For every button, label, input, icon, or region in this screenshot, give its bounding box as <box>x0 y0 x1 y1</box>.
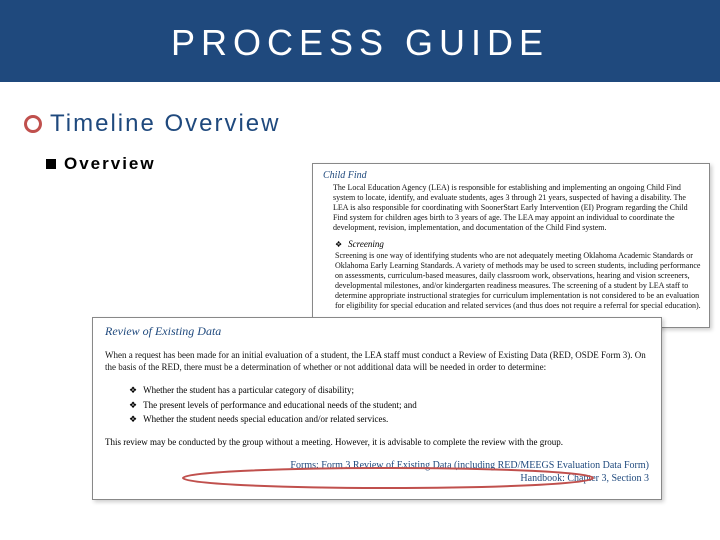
bullet-1: Whether the student has a particular cat… <box>143 383 354 397</box>
screening-body: Screening is one way of identifying stud… <box>335 251 701 311</box>
circle-bullet-icon <box>24 115 42 133</box>
bullet-2: The present levels of performance and ed… <box>143 398 417 412</box>
overview-label: Overview <box>64 154 156 174</box>
child-find-body: The Local Education Agency (LEA) is resp… <box>323 183 701 233</box>
page-title: PROCESS GUIDE <box>0 22 720 64</box>
child-find-heading: Child Find <box>323 170 701 181</box>
screening-title: Screening <box>348 239 384 249</box>
square-bullet-icon <box>46 159 56 169</box>
review-forms-block: Forms: Form 3 Review of Existing Data (i… <box>105 459 649 485</box>
handbook-line: Handbook: Chapter 3, Section 3 <box>105 472 649 485</box>
diamond-bullet-icon: ❖ <box>129 398 137 412</box>
review-intro: When a request has been made for an init… <box>105 349 649 373</box>
timeline-title: Timeline Overview <box>50 110 281 138</box>
review-bullets: ❖ Whether the student has a particular ca… <box>129 383 649 426</box>
child-find-sub: ❖ Screening Screening is one way of iden… <box>335 239 701 311</box>
snippet-child-find: Child Find The Local Education Agency (L… <box>312 163 710 328</box>
diamond-bullet-icon: ❖ <box>129 412 137 426</box>
bullet-3: Whether the student needs special educat… <box>143 412 388 426</box>
diamond-bullet-icon: ❖ <box>129 383 137 397</box>
forms-line: Forms: Form 3 Review of Existing Data (i… <box>105 459 649 472</box>
review-footer: This review may be conducted by the grou… <box>105 436 649 448</box>
diamond-bullet-icon: ❖ <box>335 240 342 249</box>
content-area: Timeline Overview Overview <box>0 82 720 174</box>
snippet-review-existing-data: Review of Existing Data When a request h… <box>92 317 662 500</box>
review-heading: Review of Existing Data <box>105 324 649 339</box>
timeline-row: Timeline Overview <box>24 110 696 138</box>
header-bar: PROCESS GUIDE <box>0 0 720 82</box>
